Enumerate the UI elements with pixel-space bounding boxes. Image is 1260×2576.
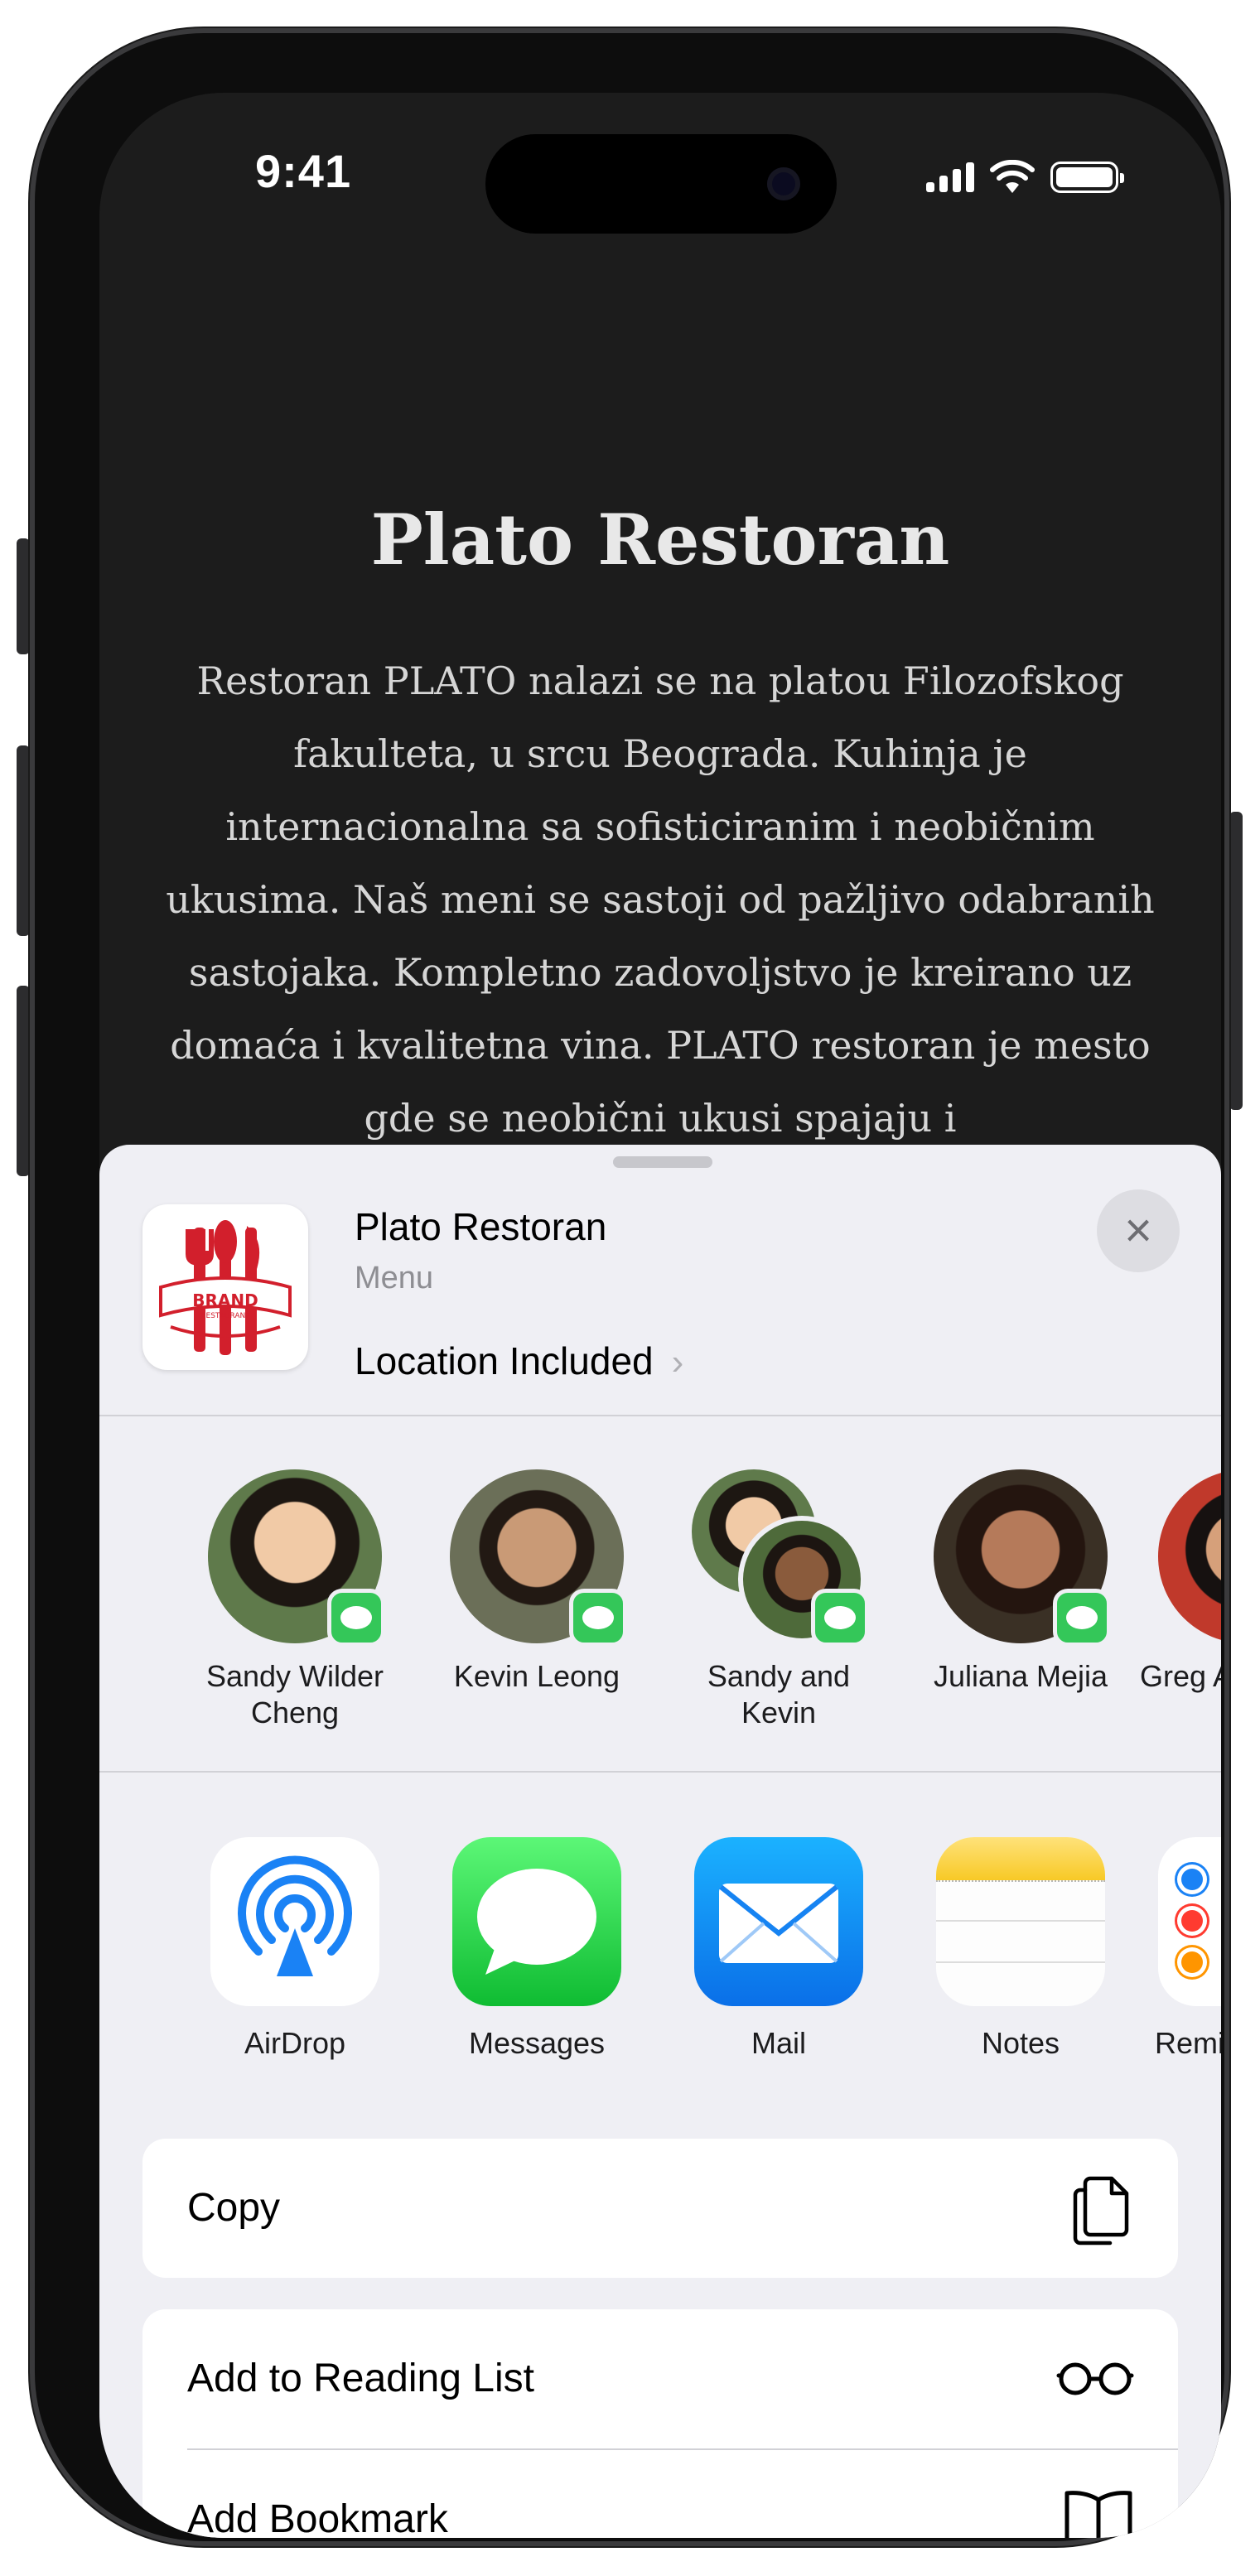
reminders-icon [1158,1837,1221,2006]
mail-icon [694,1837,863,2006]
status-icons [926,159,1124,195]
contact-name: Juliana Mejia [933,1659,1108,1693]
contact-suggestion[interactable]: Greg Apo [1140,1469,1221,1695]
avatar [208,1469,385,1647]
group-avatar [692,1469,869,1647]
divider [99,1415,1221,1416]
messages-badge-icon [1053,1589,1111,1647]
share-title: Plato Restoran [355,1205,607,1248]
app-label: Messages [468,2026,606,2060]
avatar [934,1469,1111,1647]
mail-share-button[interactable]: Mail [671,1837,886,2061]
side-button [1229,812,1243,1110]
page-title: Plato Restoran [370,499,950,581]
location-included-link[interactable]: Location Included › [355,1339,683,1383]
battery-icon [1050,162,1124,193]
notes-icon [936,1837,1105,2006]
app-label: AirDrop [244,2026,346,2060]
app-label: Mail [751,2026,806,2060]
share-subtitle: Menu [355,1261,434,1295]
reminders-share-button[interactable]: Remind [1140,1837,1221,2061]
airdrop-share-button[interactable]: AirDrop [187,1837,403,2061]
messages-icon [452,1837,621,2006]
volume-up-button [17,745,30,936]
contact-name: Greg Apo [1140,1659,1221,1693]
contact-suggestion[interactable]: Sandy Wilder Cheng [187,1469,403,1731]
status-time: 9:41 [255,145,352,197]
page-description: Restoran PLATO nalazi se na platou Filoz… [166,658,1155,1141]
logo-subtext: RESTAURANT [200,1312,250,1320]
messages-badge-icon [811,1589,869,1647]
contact-name: Sandy and Kevin [707,1659,851,1729]
restaurant-logo-icon: BRAND RESTAURANT [142,1204,308,1370]
chevron-right-icon: › [671,1342,684,1382]
share-sheet: BRAND RESTAURANT Plato Restoran Menu Loc… [99,1145,1221,2538]
location-label: Location Included [355,1339,654,1382]
wifi-icon [990,160,1035,193]
contact-name: Sandy Wilder Cheng [205,1659,384,1729]
sheet-grabber[interactable] [613,1156,712,1168]
notes-share-button[interactable]: Notes [913,1837,1128,2061]
avatar [450,1469,627,1647]
glasses-icon [1056,2362,1134,2395]
messages-badge-icon [327,1589,385,1647]
app-label: Remind [1155,2026,1221,2060]
action-label: Add to Reading List [187,2357,534,2400]
close-button[interactable]: × [1097,1189,1180,1272]
add-bookmark-action[interactable]: Add Bookmark [142,2450,1178,2538]
cellular-signal-icon [926,162,974,192]
avatar [1158,1469,1221,1643]
messages-share-button[interactable]: Messages [429,1837,644,2061]
phone-frame: 9:41 Plato Restoran Restoran PLATO nalaz… [30,28,1229,2546]
book-icon [1064,2491,1132,2538]
copy-icon [1073,2176,1129,2246]
dynamic-island [485,134,837,234]
action-button [17,538,30,654]
logo-text: BRAND [192,1290,258,1310]
contact-name: Kevin Leong [453,1659,620,1693]
contact-suggestion[interactable]: Juliana Mejia [913,1469,1128,1695]
contact-suggestion[interactable]: Sandy and Kevin [671,1469,886,1731]
add-to-reading-list-action[interactable]: Add to Reading List [142,2309,1178,2448]
action-group: Add to Reading List Add Bookmark [142,2309,1178,2538]
screen: 9:41 Plato Restoran Restoran PLATO nalaz… [99,93,1221,2538]
messages-badge-icon [569,1589,627,1647]
close-icon: × [1124,1204,1152,1257]
airdrop-icon [210,1837,379,2006]
divider [99,1771,1221,1773]
app-label: Notes [981,2026,1060,2060]
action-label: Copy [187,2186,281,2230]
camera-icon [767,167,800,200]
action-label: Add Bookmark [187,2497,448,2538]
contact-suggestion[interactable]: Kevin Leong [429,1469,644,1695]
volume-down-button [17,986,30,1176]
copy-action[interactable]: Copy [142,2139,1178,2278]
